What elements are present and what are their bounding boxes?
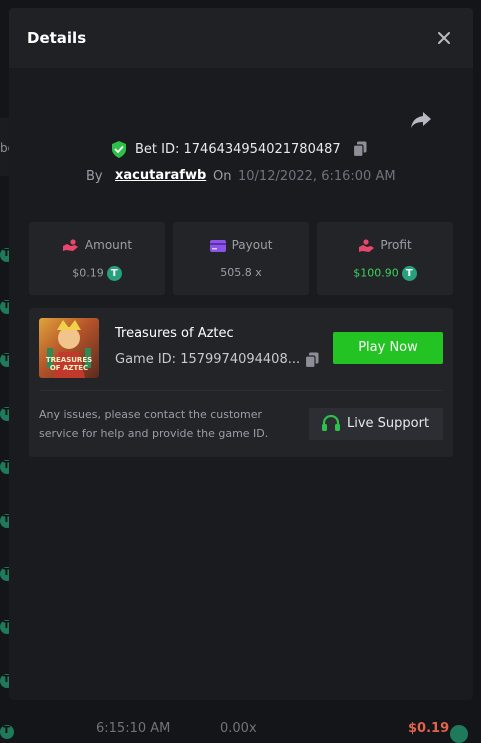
verified-shield-icon [112, 141, 126, 158]
share-icon[interactable] [410, 111, 432, 129]
profit-card: Profit $100.90 T [317, 222, 453, 295]
amount-card: Amount $0.19 T [29, 222, 165, 295]
copy-icon[interactable] [353, 141, 367, 157]
amount-label: Amount [84, 238, 133, 252]
amount-value: $0.19 [72, 266, 104, 280]
card-icon [209, 239, 226, 252]
by-label: By [86, 169, 103, 184]
modal-header: Details [9, 8, 473, 68]
usdt-coin-icon: T [106, 266, 122, 281]
game-card: TREASURES OF AZTEC Treasures of Aztec Ga… [29, 308, 453, 457]
profit-value-row: $100.90 T [317, 266, 453, 281]
payout-card: Payout 505.8 x [173, 222, 309, 295]
bet-id-value: 1746434954021780487 [183, 142, 341, 157]
live-support-label: Live Support [347, 416, 430, 431]
bet-details-modal: Details Bet ID: 1746434954021780487 By x… [9, 8, 473, 700]
game-title: Treasures of Aztec [115, 326, 234, 341]
close-icon[interactable] [436, 30, 452, 46]
hand-coins-icon [62, 239, 78, 251]
play-now-button[interactable]: Play Now [333, 332, 443, 364]
bet-id-text: Bet ID: 1746434954021780487 [135, 142, 341, 157]
support-note: Any issues, please contact the customer … [39, 408, 269, 440]
hand-money-icon [359, 239, 375, 252]
live-support-button[interactable]: Live Support [309, 408, 443, 440]
usdt-coin-icon: T [401, 266, 417, 281]
payout-header: Payout [173, 238, 309, 252]
game-thumbnail[interactable]: TREASURES OF AZTEC [39, 318, 99, 378]
payout-label: Payout [231, 238, 273, 252]
bet-datetime: 10/12/2022, 6:16:00 AM [238, 169, 396, 184]
copy-icon[interactable] [305, 352, 319, 368]
divider [39, 390, 443, 391]
username-link[interactable]: xacutarafwb [115, 168, 206, 183]
payout-value: 505.8 x [220, 266, 262, 279]
profit-header: Profit [317, 238, 453, 252]
headset-icon [322, 415, 340, 431]
profit-value: $100.90 [353, 266, 399, 280]
background-row-payout: 0.00x [220, 721, 257, 736]
amount-value-row: $0.19 T [29, 266, 165, 281]
background-row-profit: $0.19 [408, 721, 450, 736]
game-thumb-text: TREASURES OF AZTEC [45, 356, 93, 372]
bet-id-label: Bet ID: [135, 142, 180, 157]
amount-header: Amount [29, 238, 165, 252]
on-label: On [213, 169, 232, 184]
profit-label: Profit [380, 238, 412, 252]
game-id: Game ID: 1579974094408... [115, 352, 301, 367]
background-row-time: 6:15:10 AM [96, 721, 171, 736]
modal-title: Details [27, 29, 87, 47]
background-coin-icon [450, 725, 468, 743]
bet-id-row: Bet ID: 1746434954021780487 [9, 141, 473, 159]
background-coin-icon [0, 725, 14, 739]
